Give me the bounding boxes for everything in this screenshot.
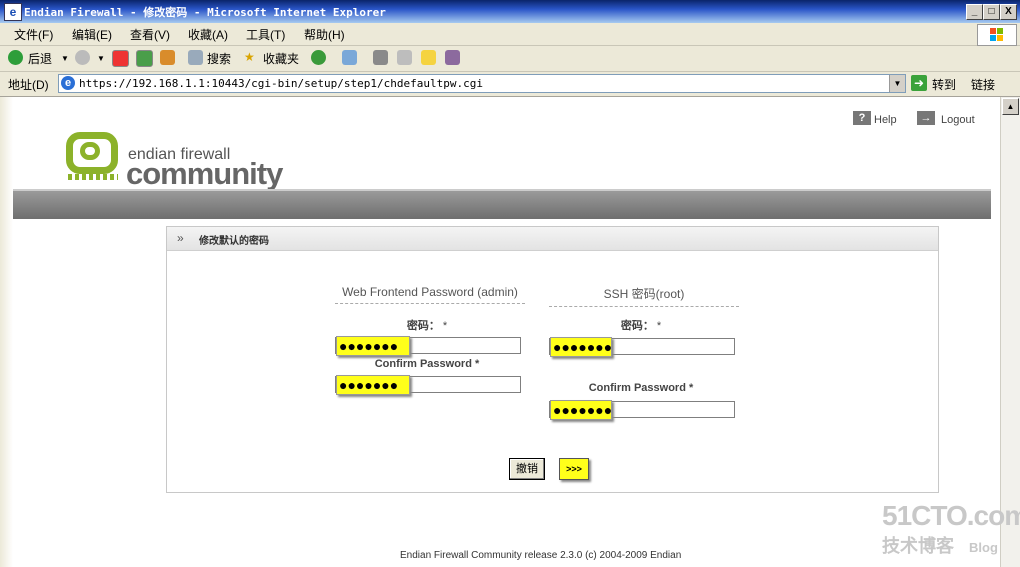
favorites-button[interactable]: 收藏夹 [263, 50, 299, 67]
ssh-password-required: * [656, 320, 662, 332]
next-button[interactable]: >>> [559, 458, 589, 480]
window-title: Endian Firewall - 修改密码 - Microsoft Inter… [24, 6, 386, 19]
web-confirm-input[interactable]: ●●●●●●● [335, 375, 521, 395]
address-url[interactable]: https://192.168.1.1:10443/cgi-bin/setup/… [79, 77, 483, 90]
page-footer: Endian Firewall Community release 2.3.0 … [400, 550, 682, 561]
stop-icon[interactable] [112, 50, 129, 67]
refresh-icon[interactable] [136, 50, 153, 67]
web-password-heading: Web Frontend Password (admin) [335, 285, 525, 304]
close-button[interactable]: X [1000, 4, 1017, 20]
menu-tools[interactable]: 工具(T) [246, 26, 285, 43]
scroll-up-arrow-icon[interactable]: ▲ [1002, 98, 1019, 115]
web-password-label-text: 密码： [406, 320, 440, 332]
endian-logo-inner [80, 142, 100, 160]
back-button[interactable]: 后退 [28, 50, 52, 67]
panel-arrow-icon: » [177, 231, 184, 245]
watermark-line3: Blog [969, 540, 998, 555]
search-button[interactable]: 搜索 [207, 50, 231, 67]
back-dropdown-icon[interactable]: ▼ [61, 54, 69, 63]
mail-icon[interactable] [342, 50, 357, 65]
toolbar: 后退 ▼ ▼ 搜索 ★ 收藏夹 [0, 46, 1020, 72]
title-bar: e Endian Firewall - 修改密码 - Microsoft Int… [0, 0, 1020, 23]
go-button[interactable]: 转到 [932, 76, 956, 93]
forward-dropdown-icon[interactable]: ▼ [97, 54, 105, 63]
site-watermark: 51CTO.com 技术博客 Blog [882, 500, 1020, 558]
print-icon[interactable] [373, 50, 388, 65]
web-confirm-value: ●●●●●●● [339, 377, 399, 393]
ssh-confirm-label: Confirm Password * [588, 382, 694, 394]
endian-logo-dots [68, 174, 118, 180]
address-input[interactable]: e https://192.168.1.1:10443/cgi-bin/setu… [58, 74, 906, 93]
links-button[interactable]: 链接 [971, 76, 995, 93]
edit-icon[interactable] [397, 50, 412, 65]
ie-app-icon: e [4, 3, 22, 21]
help-icon: ? [853, 111, 871, 125]
menu-edit[interactable]: 编辑(E) [72, 26, 112, 43]
windows-logo-icon [977, 24, 1017, 46]
web-password-required: * [442, 320, 448, 332]
ssh-password-label-text: 密码： [620, 320, 654, 332]
help-label: Help [874, 114, 897, 126]
address-dropdown-icon[interactable]: ▼ [889, 75, 905, 92]
panel-header: » 修改默认的密码 [167, 227, 938, 251]
watermark-line2: 技术博客 [882, 536, 954, 556]
messenger-icon[interactable] [445, 50, 460, 65]
ssh-password-value: ●●●●●●● [553, 339, 613, 355]
favorites-star-icon[interactable]: ★ [244, 50, 255, 64]
address-bar: 地址(D) e https://192.168.1.1:10443/cgi-bi… [0, 72, 1020, 97]
minimize-button[interactable]: _ [966, 4, 983, 20]
menu-file[interactable]: 文件(F) [14, 26, 53, 43]
logout-label: Logout [941, 114, 975, 126]
menu-view[interactable]: 查看(V) [130, 26, 170, 43]
ssh-password-label: 密码： * [611, 317, 671, 333]
media-icon[interactable] [311, 50, 326, 65]
discuss-icon[interactable] [421, 50, 436, 65]
menu-favorites[interactable]: 收藏(A) [188, 26, 228, 43]
page-left-border [0, 97, 13, 567]
menu-bar: 文件(F) 编辑(E) 查看(V) 收藏(A) 工具(T) 帮助(H) [0, 23, 1020, 46]
ssh-confirm-value: ●●●●●●● [553, 402, 613, 418]
ssh-password-input[interactable]: ●●●●●●● [549, 337, 735, 357]
maximize-button[interactable]: □ [983, 4, 1000, 20]
navigation-band [13, 189, 991, 219]
ssh-password-heading: SSH 密码(root) [549, 285, 739, 307]
menu-help[interactable]: 帮助(H) [304, 26, 345, 43]
web-password-input[interactable]: ●●●●●●● [335, 336, 521, 356]
panel-title: 修改默认的密码 [199, 236, 269, 247]
home-icon[interactable] [160, 50, 175, 65]
vertical-scrollbar[interactable] [1000, 97, 1020, 567]
address-label: 地址(D) [8, 78, 49, 92]
search-icon[interactable] [188, 50, 203, 65]
logout-icon: → [917, 111, 935, 125]
ie-page-icon: e [61, 76, 75, 90]
ssh-confirm-input[interactable]: ●●●●●●● [549, 400, 735, 420]
watermark-line1: 51CTO.com [882, 500, 1020, 531]
go-arrow-icon[interactable]: ➜ [911, 75, 927, 91]
web-confirm-label: Confirm Password * [374, 358, 480, 370]
watermark-line2-row: 技术博客 Blog [882, 532, 1020, 558]
forward-arrow-icon[interactable] [75, 50, 90, 65]
web-password-label: 密码： * [397, 317, 457, 333]
change-password-panel: » 修改默认的密码 Web Frontend Password (admin) … [166, 226, 939, 493]
back-arrow-icon[interactable] [8, 50, 23, 65]
cancel-button[interactable]: 撤销 [509, 458, 545, 480]
logo-text-line2: community [126, 156, 283, 191]
web-password-value: ●●●●●●● [339, 338, 399, 354]
